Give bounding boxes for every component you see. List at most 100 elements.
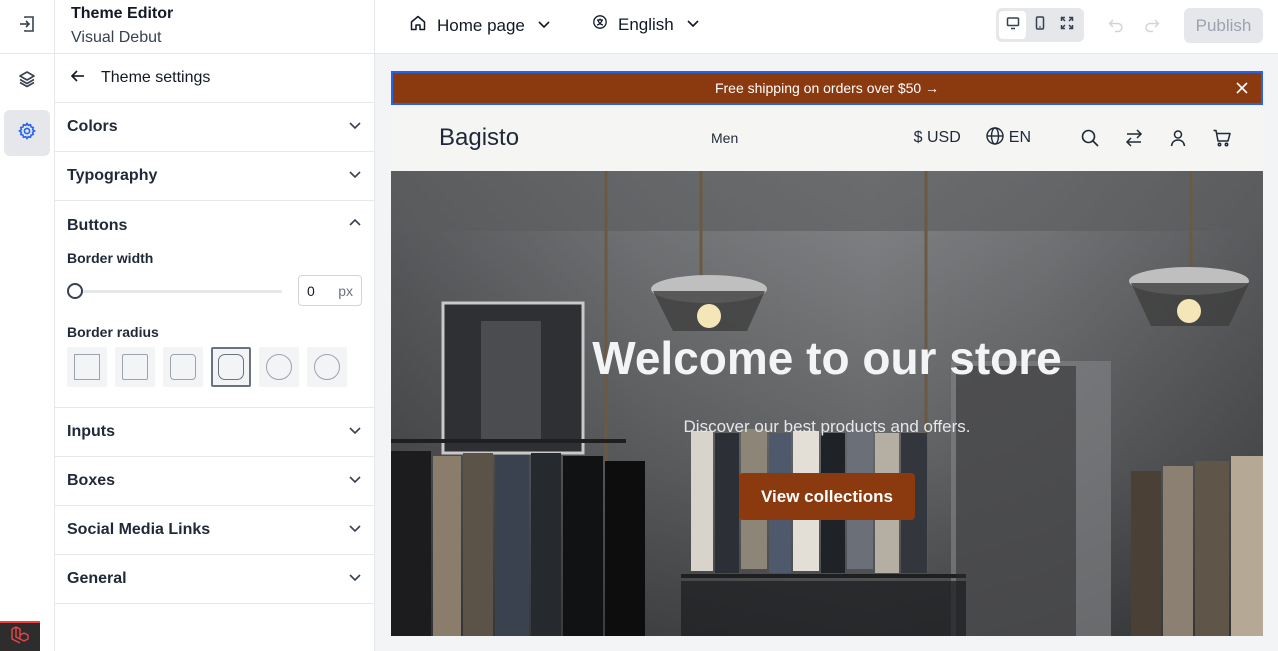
radius-option-medium[interactable] xyxy=(163,347,203,387)
section-colors[interactable]: Colors xyxy=(55,103,374,152)
store-logo[interactable]: Bagisto xyxy=(439,124,519,152)
desktop-view-button[interactable] xyxy=(999,11,1027,39)
border-radius-label: Border radius xyxy=(67,324,159,340)
radius-option-none[interactable] xyxy=(67,347,107,387)
radius-option-large[interactable] xyxy=(211,347,251,387)
border-width-control: 0 px xyxy=(67,275,362,306)
chevron-down-icon xyxy=(348,472,362,491)
border-width-label: Border width xyxy=(67,250,154,266)
chevron-down-icon xyxy=(537,16,551,36)
hero-title: Welcome to our store xyxy=(592,332,1062,384)
search-icon[interactable] xyxy=(1079,127,1101,149)
rail-divider xyxy=(0,53,55,54)
section-typography[interactable]: Typography xyxy=(55,152,374,201)
radius-swatch xyxy=(266,354,292,380)
section-inputs[interactable]: Inputs xyxy=(55,408,374,457)
theme-name: Visual Debut xyxy=(71,29,162,46)
section-buttons[interactable]: Buttons xyxy=(55,201,374,250)
announcement-text: Free shipping on orders over $50 → xyxy=(714,80,940,96)
radius-swatch xyxy=(122,354,148,380)
theme-settings-button[interactable] xyxy=(4,110,50,156)
exit-icon xyxy=(17,14,37,39)
section-boxes[interactable]: Boxes xyxy=(55,457,374,506)
mobile-icon xyxy=(1032,15,1048,36)
fullscreen-view-button[interactable] xyxy=(1054,11,1081,39)
locale-select[interactable]: English xyxy=(592,14,700,35)
section-general[interactable]: General xyxy=(55,555,374,604)
section-label: Inputs xyxy=(67,423,115,440)
section-social-media-links[interactable]: Social Media Links xyxy=(55,506,374,555)
debugbar-badge[interactable] xyxy=(0,621,40,651)
left-rail xyxy=(0,0,55,651)
desktop-icon xyxy=(1005,15,1021,36)
home-icon xyxy=(409,14,427,37)
store-header: Bagisto Men $ USD EN xyxy=(391,105,1263,171)
section-label: Social Media Links xyxy=(67,521,211,538)
radius-swatch xyxy=(314,354,340,380)
locale-select-value: English xyxy=(618,14,674,34)
page-select-value: Home page xyxy=(437,15,525,35)
layers-button[interactable] xyxy=(4,58,50,104)
account-icon[interactable] xyxy=(1167,127,1189,149)
publish-button[interactable]: Publish xyxy=(1184,8,1263,43)
store-header-actions: $ USD EN xyxy=(914,126,1233,151)
exit-editor-button[interactable] xyxy=(4,3,50,49)
buttons-settings: Border width 0 px Border radius xyxy=(55,250,374,408)
border-width-unit: px xyxy=(338,282,353,299)
theme-editor-app: Theme Editor Visual Debut Theme settings… xyxy=(0,0,1278,651)
arrow-left-icon xyxy=(69,67,87,90)
border-width-value: 0 xyxy=(307,282,315,299)
radius-swatch xyxy=(170,354,196,380)
border-radius-options xyxy=(67,347,362,387)
hero-banner: Welcome to our store Discover our best p… xyxy=(391,171,1263,636)
radius-option-full[interactable] xyxy=(307,347,347,387)
currency-switcher[interactable]: $ USD xyxy=(914,129,961,147)
border-width-input[interactable]: 0 px xyxy=(298,275,362,306)
close-icon[interactable] xyxy=(1235,81,1249,98)
editor-toolbar: Home page English Publish xyxy=(375,0,1278,54)
layers-icon xyxy=(17,69,37,94)
chevron-down-icon xyxy=(348,167,362,186)
storefront-preview: Free shipping on orders over $50 → Bagis… xyxy=(391,71,1263,636)
redo-icon[interactable] xyxy=(1143,16,1161,39)
mobile-view-button[interactable] xyxy=(1026,11,1053,39)
cart-icon[interactable] xyxy=(1211,127,1233,149)
radius-swatch xyxy=(218,354,244,380)
globe-icon xyxy=(985,126,1005,151)
hero-subtitle: Discover our best products and offers. xyxy=(683,417,971,436)
announcement-bar[interactable]: Free shipping on orders over $50 → xyxy=(391,71,1263,105)
hero-image xyxy=(391,171,1263,636)
chevron-down-icon xyxy=(348,570,362,589)
slider-thumb[interactable] xyxy=(67,282,83,299)
fullscreen-icon xyxy=(1059,15,1075,36)
chevron-down-icon xyxy=(348,423,362,442)
radius-option-x-large[interactable] xyxy=(259,347,299,387)
chevron-down-icon xyxy=(348,118,362,137)
back-to-theme-settings[interactable]: Theme settings xyxy=(55,54,374,103)
panel-title: Theme settings xyxy=(101,69,211,86)
radius-swatch xyxy=(74,354,100,380)
view-collections-button[interactable]: View collections xyxy=(739,473,915,520)
section-label: Buttons xyxy=(67,216,128,234)
chevron-down-icon xyxy=(348,521,362,540)
settings-panel: Theme settings Colors Typography Buttons… xyxy=(55,54,375,651)
language-switcher[interactable]: EN xyxy=(985,126,1031,151)
section-label: Typography xyxy=(67,167,158,184)
editor-title: Theme Editor xyxy=(71,5,174,22)
language-code: EN xyxy=(1008,129,1031,146)
translate-icon xyxy=(592,14,608,35)
radius-option-small[interactable] xyxy=(115,347,155,387)
border-width-slider[interactable] xyxy=(67,282,282,299)
chevron-down-icon xyxy=(686,15,700,35)
section-label: General xyxy=(67,570,127,587)
editor-header: Theme Editor Visual Debut xyxy=(55,0,375,54)
chevron-up-icon xyxy=(348,216,362,235)
undo-icon[interactable] xyxy=(1107,16,1125,39)
device-switcher xyxy=(996,8,1084,42)
section-label: Boxes xyxy=(67,472,116,489)
section-label: Colors xyxy=(67,118,118,135)
gear-icon xyxy=(17,121,37,146)
nav-link-men[interactable]: Men xyxy=(711,130,738,146)
page-select[interactable]: Home page xyxy=(409,14,551,37)
compare-icon[interactable] xyxy=(1123,127,1145,149)
